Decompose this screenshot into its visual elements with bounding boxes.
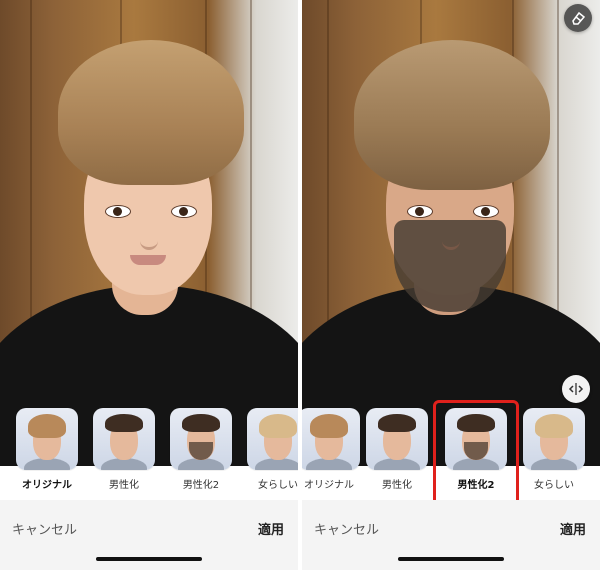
filter-label: オリジナル xyxy=(22,480,72,491)
filter-label: 男性化2 xyxy=(182,480,220,491)
bottom-action-bar: キャンセル 適用 xyxy=(302,500,600,570)
filter-masculine[interactable]: 男性化 xyxy=(93,408,155,491)
filter-strip: オリジナル 男性化 男性化2 女らしい xyxy=(0,408,298,504)
filter-masculine[interactable]: 男性化 xyxy=(366,408,428,491)
filter-thumbnail xyxy=(16,408,78,470)
right-editor-panel: オリジナル 男性化 男性化2 女らしい キャンセル 適用 xyxy=(302,0,600,570)
home-indicator xyxy=(96,557,202,561)
filter-label: 男性化 xyxy=(109,480,139,491)
filter-label: 女らしい xyxy=(534,480,574,491)
apply-button[interactable]: 適用 xyxy=(560,519,586,538)
apply-button[interactable]: 適用 xyxy=(258,519,284,538)
original-photo xyxy=(0,0,298,466)
filter-thumbnail xyxy=(302,408,360,470)
filter-thumbnail xyxy=(93,408,155,470)
filter-label: オリジナル xyxy=(304,480,354,491)
filter-thumbnail xyxy=(523,408,585,470)
filter-thumbnail xyxy=(247,408,298,470)
filter-masculine-2[interactable]: 男性化2 xyxy=(170,408,232,491)
cancel-button[interactable]: キャンセル xyxy=(314,519,379,538)
eraser-icon[interactable] xyxy=(564,4,592,32)
selected-filter-highlight xyxy=(433,400,519,506)
filter-original[interactable]: オリジナル xyxy=(16,408,78,491)
filter-label: 男性化 xyxy=(382,480,412,491)
filter-feminine[interactable]: 女らしい xyxy=(523,408,585,491)
filter-feminine[interactable]: 女らしい xyxy=(247,408,298,491)
bottom-action-bar: キャンセル 適用 xyxy=(0,500,298,570)
edited-photo xyxy=(302,0,600,466)
filter-thumbnail xyxy=(170,408,232,470)
cancel-button[interactable]: キャンセル xyxy=(12,519,77,538)
home-indicator xyxy=(398,557,504,561)
filter-label: 女らしい xyxy=(258,480,298,491)
compare-arrows-icon[interactable] xyxy=(562,375,590,403)
left-editor-panel: オリジナル 男性化 男性化2 女らしい キャンセル 適用 xyxy=(0,0,298,570)
filter-thumbnail xyxy=(366,408,428,470)
filter-original[interactable]: オリジナル xyxy=(302,408,360,491)
